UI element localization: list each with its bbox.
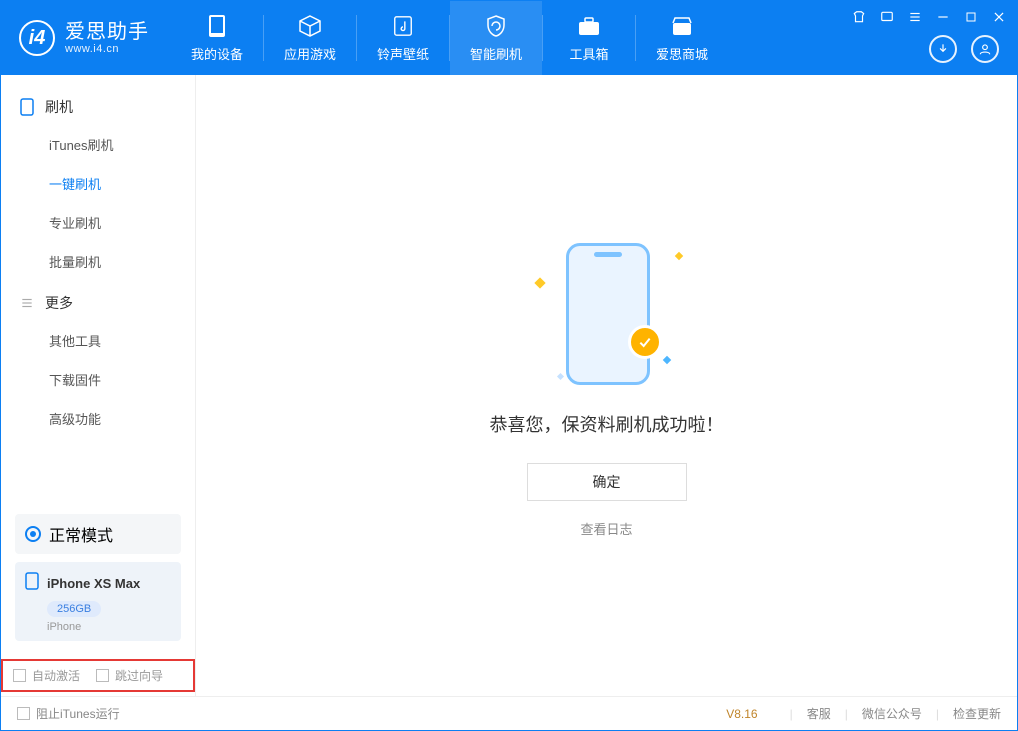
sidebar-section-flash: 刷机 xyxy=(1,85,195,125)
checkmark-badge-icon xyxy=(628,325,662,359)
nav-label: 工具箱 xyxy=(569,44,608,63)
titlebar-right-icons xyxy=(929,35,999,63)
version-label: V8.16 xyxy=(726,707,757,721)
sidebar-item-oneclick-flash[interactable]: 一键刷机 xyxy=(1,164,195,203)
sidebar-item-batch-flash[interactable]: 批量刷机 xyxy=(1,242,195,281)
nav-store[interactable]: 爱思商城 xyxy=(636,1,728,75)
app-url: www.i4.cn xyxy=(65,43,149,55)
sidebar-item-pro-flash[interactable]: 专业刷机 xyxy=(1,203,195,242)
close-button[interactable] xyxy=(991,9,1007,25)
checkbox-skip-wizard[interactable]: 跳过向导 xyxy=(96,667,163,684)
sidebar-section-more: 更多 xyxy=(1,281,195,321)
checkbox-label: 跳过向导 xyxy=(115,667,163,684)
nav-label: 我的设备 xyxy=(191,44,243,63)
nav-label: 应用游戏 xyxy=(284,44,336,63)
phone-icon xyxy=(25,572,39,595)
view-log-link[interactable]: 查看日志 xyxy=(580,519,632,538)
device-name: iPhone XS Max xyxy=(47,576,140,591)
success-illustration xyxy=(522,233,692,393)
mode-indicator-icon xyxy=(25,526,41,542)
device-mode-row[interactable]: 正常模式 xyxy=(15,514,181,554)
device-icon xyxy=(19,99,35,115)
nav-toolbox[interactable]: 工具箱 xyxy=(543,1,635,75)
titlebar: i4 爱思助手 www.i4.cn 我的设备 应用游戏 铃声壁纸 xyxy=(1,1,1017,75)
app-name: 爱思助手 xyxy=(65,21,149,43)
music-note-icon xyxy=(391,14,415,38)
sidebar-item-advanced[interactable]: 高级功能 xyxy=(1,399,195,438)
link-wechat[interactable]: 微信公众号 xyxy=(862,705,922,722)
maximize-button[interactable] xyxy=(963,9,979,25)
checkbox-label: 自动激活 xyxy=(32,667,80,684)
checkbox-icon xyxy=(96,669,109,682)
section-label: 更多 xyxy=(45,293,73,313)
main-content: 恭喜您，保资料刷机成功啦！ 确定 查看日志 xyxy=(196,75,1017,696)
sparkle-icon xyxy=(662,356,670,364)
nav-ringtones-wallpapers[interactable]: 铃声壁纸 xyxy=(357,1,449,75)
checkbox-block-itunes[interactable]: 阻止iTunes运行 xyxy=(17,705,120,722)
minimize-button[interactable] xyxy=(935,9,951,25)
success-message: 恭喜您，保资料刷机成功啦！ xyxy=(490,411,724,437)
sparkle-icon xyxy=(556,373,563,380)
app-logo: i4 爱思助手 www.i4.cn xyxy=(1,1,171,75)
body: 刷机 iTunes刷机 一键刷机 专业刷机 批量刷机 更多 其他工具 下载固件 … xyxy=(1,75,1017,696)
nav-label: 爱思商城 xyxy=(656,44,708,63)
nav-apps-games[interactable]: 应用游戏 xyxy=(264,1,356,75)
device-card[interactable]: iPhone XS Max 256GB iPhone xyxy=(15,562,181,641)
download-button[interactable] xyxy=(929,35,957,63)
mode-label: 正常模式 xyxy=(49,522,113,546)
checkbox-auto-activate[interactable]: 自动激活 xyxy=(13,667,80,684)
link-support[interactable]: 客服 xyxy=(807,705,831,722)
shirt-icon[interactable] xyxy=(851,9,867,25)
account-button[interactable] xyxy=(971,35,999,63)
toolbox-icon xyxy=(577,14,601,38)
device-type: iPhone xyxy=(47,621,171,633)
sidebar-item-other-tools[interactable]: 其他工具 xyxy=(1,321,195,360)
window-controls xyxy=(851,9,1007,25)
checkbox-icon xyxy=(13,669,26,682)
nav-smart-flash[interactable]: 智能刷机 xyxy=(450,1,542,75)
top-nav: 我的设备 应用游戏 铃声壁纸 智能刷机 工具箱 xyxy=(171,1,728,75)
nav-label: 智能刷机 xyxy=(470,44,522,63)
device-panel: 正常模式 iPhone XS Max 256GB iPhone xyxy=(1,504,195,651)
sidebar: 刷机 iTunes刷机 一键刷机 专业刷机 批量刷机 更多 其他工具 下载固件 … xyxy=(1,75,196,696)
sidebar-item-itunes-flash[interactable]: iTunes刷机 xyxy=(1,125,195,164)
flash-options-row: 自动激活 跳过向导 xyxy=(1,659,195,692)
checkbox-icon xyxy=(17,707,30,720)
logo-icon: i4 xyxy=(19,20,55,56)
sparkle-icon xyxy=(674,252,682,260)
nav-my-device[interactable]: 我的设备 xyxy=(171,1,263,75)
phone-icon xyxy=(205,14,229,38)
ok-button[interactable]: 确定 xyxy=(527,463,687,501)
device-storage-badge: 256GB xyxy=(47,601,101,617)
statusbar: 阻止iTunes运行 V8.16 | 客服 | 微信公众号 | 检查更新 xyxy=(1,696,1017,730)
result-panel: 恭喜您，保资料刷机成功啦！ 确定 查看日志 xyxy=(490,233,724,538)
sparkle-icon xyxy=(534,277,545,288)
checkbox-label: 阻止iTunes运行 xyxy=(36,705,120,722)
cube-icon xyxy=(298,14,322,38)
list-icon xyxy=(19,295,35,311)
section-label: 刷机 xyxy=(45,97,73,117)
nav-label: 铃声壁纸 xyxy=(377,44,429,63)
menu-icon[interactable] xyxy=(907,9,923,25)
app-window: i4 爱思助手 www.i4.cn 我的设备 应用游戏 铃声壁纸 xyxy=(0,0,1018,731)
phone-illustration-icon xyxy=(566,243,650,385)
shield-sync-icon xyxy=(484,14,508,38)
sidebar-item-download-firmware[interactable]: 下载固件 xyxy=(1,360,195,399)
link-check-update[interactable]: 检查更新 xyxy=(953,705,1001,722)
feedback-icon[interactable] xyxy=(879,9,895,25)
store-icon xyxy=(670,14,694,38)
